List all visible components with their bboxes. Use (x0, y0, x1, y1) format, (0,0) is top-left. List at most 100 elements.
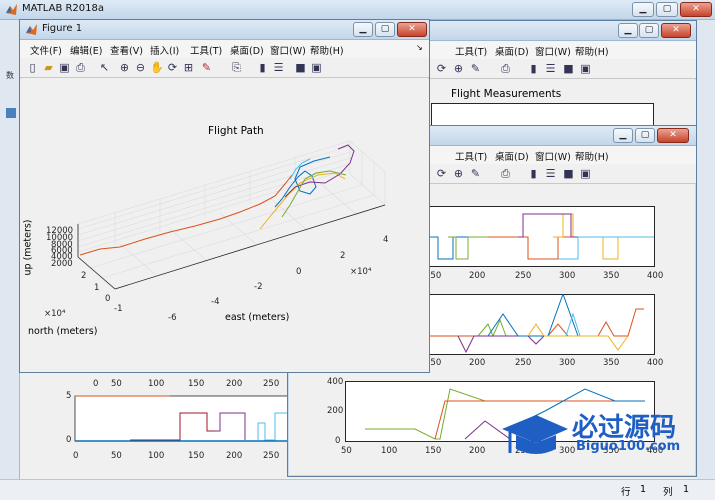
bg-top-xtick-4: 200 (226, 379, 243, 389)
brush-icon[interactable]: ✎ (200, 61, 213, 74)
figure2-show-plot-tools-icon[interactable]: ▣ (579, 62, 592, 75)
print-icon[interactable]: ⎙ (74, 61, 87, 74)
z-tick-2000: 2000 (51, 259, 73, 269)
s2-xtick-400: 400 (647, 358, 664, 368)
menu-help[interactable]: 帮助(H) (310, 43, 344, 57)
bg-bottom-xtick-0: 0 (73, 451, 79, 461)
figure3-link-plot-icon[interactable]: ⎙ (499, 167, 512, 180)
figure3-colorbar-icon[interactable]: ▮ (527, 167, 540, 180)
status-row-label: 行 (621, 487, 631, 498)
figure2-menu-help[interactable]: 帮助(H) (575, 44, 609, 58)
colorbar-icon[interactable]: ▮ (256, 61, 269, 74)
figure3-menu-help[interactable]: 帮助(H) (575, 149, 609, 163)
menu-edit[interactable]: 编辑(E) (70, 43, 102, 57)
menu-view[interactable]: 查看(V) (110, 43, 143, 57)
figure2-minimize-button[interactable]: ▁ (618, 23, 638, 38)
y-exponent: ×10⁴ (44, 309, 66, 319)
figure3-brush-icon[interactable]: ✎ (469, 167, 482, 180)
link-plot-icon[interactable]: ⎘ (230, 61, 243, 74)
x-tick-minus4: -4 (211, 297, 220, 307)
path-cyan (289, 158, 311, 180)
graduation-cap-icon (502, 415, 568, 454)
matlab-title-bar: MATLAB R2018a ▁ ▢ ✕ (0, 0, 715, 20)
y-tick-2: 2 (81, 271, 87, 281)
open-folder-icon[interactable]: ▰ (42, 61, 55, 74)
x-tick-4: 4 (383, 235, 389, 245)
menu-window[interactable]: 窗口(W) (270, 43, 306, 57)
figure2-rotate-3d-icon[interactable]: ⟳ (435, 62, 448, 75)
menu-tools[interactable]: 工具(T) (190, 43, 222, 57)
minimize-button[interactable]: ▁ (632, 2, 654, 17)
figure3-close-button[interactable]: ✕ (657, 128, 689, 143)
rotate-3d-icon[interactable]: ⟳ (166, 61, 179, 74)
figure2-menu-window[interactable]: 窗口(W) (535, 44, 571, 58)
figure3-data-cursor-icon[interactable]: ⊕ (452, 167, 465, 180)
legend-icon[interactable]: ☰ (272, 61, 285, 74)
y-tick-0: 0 (105, 294, 111, 304)
s1-xtick-350: 350 (603, 271, 620, 281)
figure3-show-plot-tools-icon[interactable]: ▣ (579, 167, 592, 180)
figure1-plot-area: Flight Path 12000 10000 8000 6000 4000 2… (20, 79, 429, 372)
figure-icon (26, 24, 37, 35)
figure3-minimize-button[interactable]: ▁ (613, 128, 633, 143)
figure2-menu-tools[interactable]: 工具(T) (455, 44, 487, 58)
figure2-legend-icon[interactable]: ☰ (544, 62, 557, 75)
bg-bottom-xtick-1: 50 (111, 451, 122, 461)
figure3-menu-window[interactable]: 窗口(W) (535, 149, 571, 163)
s3-xtick-150: 150 (425, 446, 442, 456)
y-axis-label: north (meters) (28, 326, 98, 337)
status-row-value: 1 (640, 484, 647, 495)
s3-ytick-400: 400 (327, 377, 344, 387)
figure1-close-button[interactable]: ✕ (397, 22, 427, 37)
s1-xtick-300: 300 (559, 271, 576, 281)
figure1-maximize-button[interactable]: ▢ (375, 22, 395, 37)
maximize-button[interactable]: ▢ (656, 2, 678, 17)
bg-ytick-5: 5 (66, 391, 72, 401)
figure1-window[interactable]: Figure 1 ▁ ▢ ✕ 文件(F) 编辑(E) 查看(V) 插入(I) 工… (19, 19, 430, 373)
figure2-data-cursor-icon[interactable]: ⊕ (452, 62, 465, 75)
pointer-icon[interactable]: ↖ (98, 61, 111, 74)
figure3-maximize-button[interactable]: ▢ (635, 128, 655, 143)
s2-xtick-300: 300 (559, 358, 576, 368)
menu-dock-arrow-icon[interactable]: ↘ (416, 43, 423, 52)
menu-desktop[interactable]: 桌面(D) (230, 43, 264, 57)
status-col-label: 列 (663, 487, 673, 498)
figure3-rotate-3d-icon[interactable]: ⟳ (435, 167, 448, 180)
close-button[interactable]: ✕ (680, 2, 712, 17)
new-file-icon[interactable]: ▯ (26, 61, 39, 74)
menu-file[interactable]: 文件(F) (30, 43, 62, 57)
figure3-subplot1 (428, 206, 655, 267)
s2-xtick-350: 350 (603, 358, 620, 368)
figure2-link-plot-icon[interactable]: ⎙ (499, 62, 512, 75)
figure2-menu-desktop[interactable]: 桌面(D) (495, 44, 529, 58)
s3-xtick-200: 200 (469, 446, 486, 456)
data-cursor-icon[interactable]: ⊞ (182, 61, 195, 74)
figure2-brush-icon[interactable]: ✎ (469, 62, 482, 75)
menu-insert[interactable]: 插入(I) (150, 43, 179, 57)
pan-hand-icon[interactable]: ✋ (150, 61, 164, 74)
figure2-close-button[interactable]: ✕ (661, 23, 691, 38)
matlab-left-strip (0, 20, 20, 479)
figure1-toolbar: ▯ ▰ ▣ ⎙ ↖ ⊕ ⊖ ✋ ⟳ ⊞ ✎ ⎘ ▮ ☰ ■ ▣ (20, 58, 429, 78)
s2-xtick-250: 250 (515, 358, 532, 368)
x-tick-minus6: -6 (168, 313, 177, 323)
figure3-menu-tools[interactable]: 工具(T) (455, 149, 487, 163)
zoom-in-icon[interactable]: ⊕ (118, 61, 131, 74)
left-nav-icon[interactable] (6, 108, 16, 118)
save-icon[interactable]: ▣ (58, 61, 71, 74)
bg-top-xtick-1: 50 (111, 379, 122, 389)
path-green (281, 170, 347, 218)
figure2-maximize-button[interactable]: ▢ (639, 23, 659, 38)
show-plot-tools-icon[interactable]: ▣ (310, 61, 323, 74)
figure2-hide-plot-tools-icon[interactable]: ■ (562, 62, 575, 75)
figure2-colorbar-icon[interactable]: ▮ (527, 62, 540, 75)
bg-top-xtick-2: 100 (148, 379, 165, 389)
figure3-menu-desktop[interactable]: 桌面(D) (495, 149, 529, 163)
y-tick-1: 1 (94, 283, 100, 293)
figure3-legend-icon[interactable]: ☰ (544, 167, 557, 180)
hide-plot-tools-icon[interactable]: ■ (294, 61, 307, 74)
x-tick-2: 2 (340, 251, 346, 261)
figure1-minimize-button[interactable]: ▁ (353, 22, 373, 37)
zoom-out-icon[interactable]: ⊖ (134, 61, 147, 74)
figure3-hide-plot-tools-icon[interactable]: ■ (562, 167, 575, 180)
